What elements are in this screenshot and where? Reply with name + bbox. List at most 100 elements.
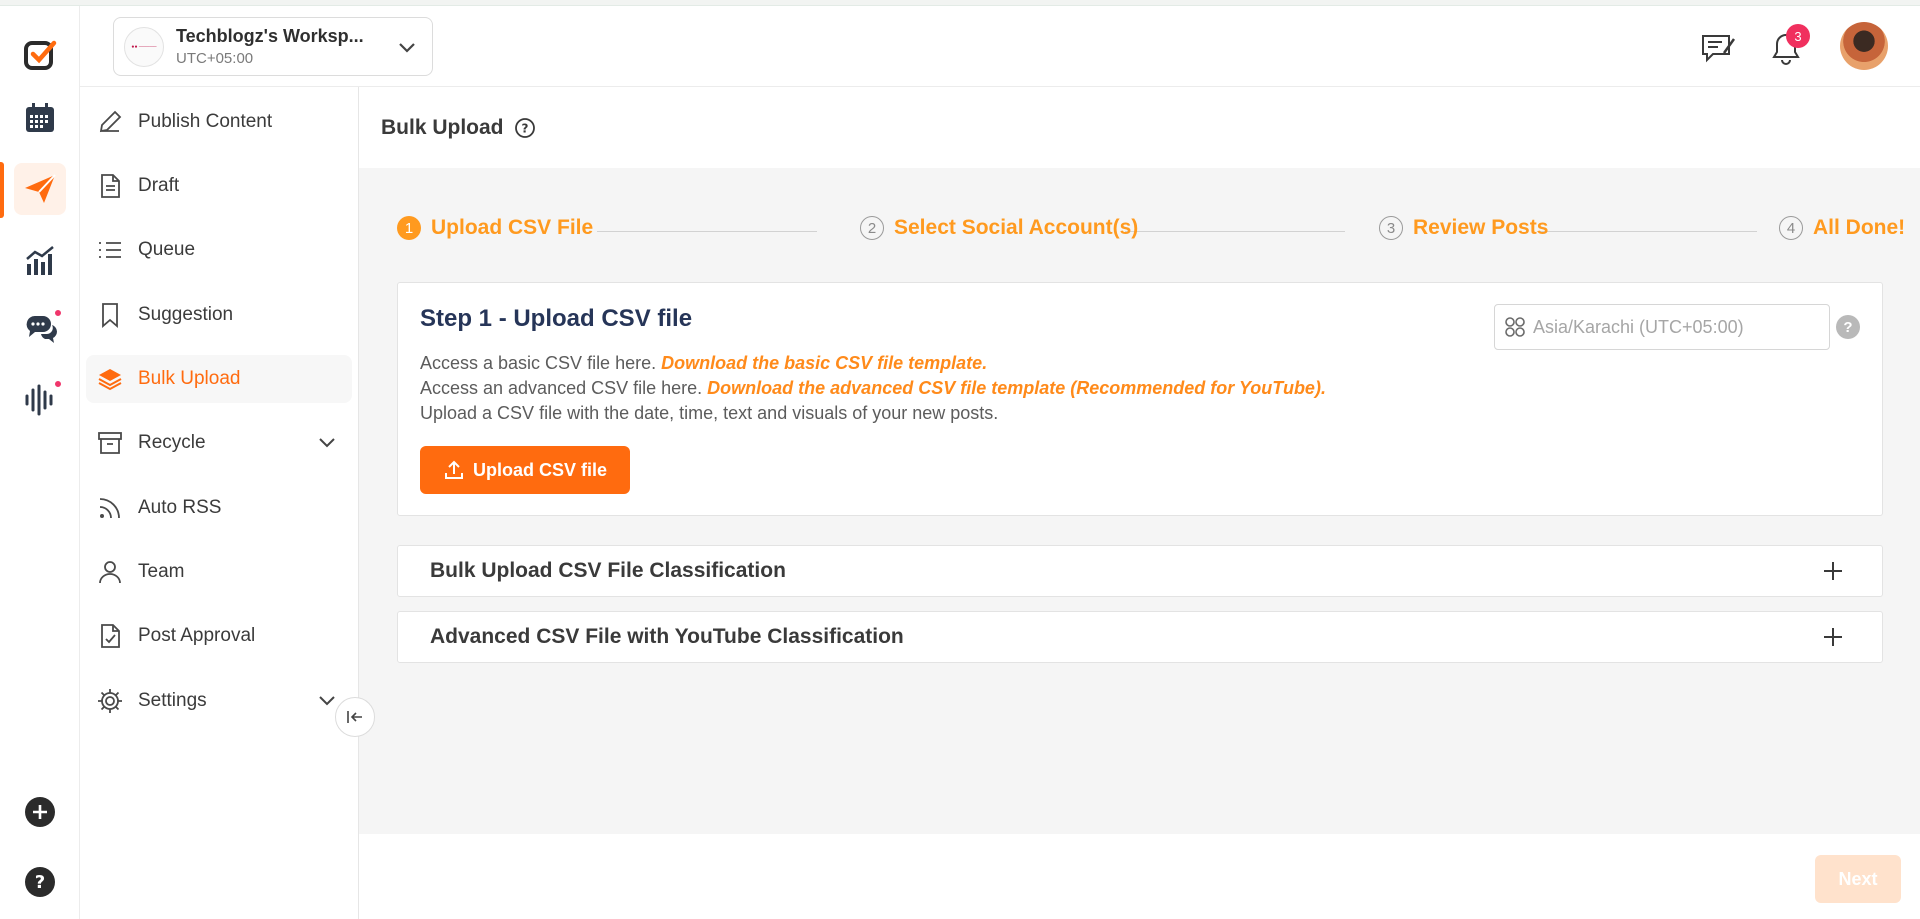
sidebar-item-queue[interactable]: Queue <box>86 226 352 274</box>
advanced-template-text: Access an advanced CSV file here. <box>420 378 703 398</box>
user-icon <box>96 558 124 586</box>
sidebar-item-label: Post Approval <box>138 625 256 646</box>
collapse-sidebar-button[interactable] <box>335 697 375 737</box>
archive-icon <box>96 429 124 457</box>
step-connector <box>1537 231 1757 232</box>
sidebar-item-recycle[interactable]: Recycle <box>86 419 352 467</box>
step-number: 4 <box>1779 216 1803 240</box>
help-icon[interactable]: ? <box>14 856 66 908</box>
timezone-help-icon[interactable]: ? <box>1836 315 1860 339</box>
sidebar-item-label: Queue <box>138 239 196 260</box>
audio-wave-icon[interactable] <box>14 374 66 426</box>
download-basic-template-link[interactable]: Download the basic CSV file template. <box>661 353 987 373</box>
page-title-bar: Bulk Upload ? <box>359 87 1920 168</box>
step-label: All Done! <box>1813 216 1906 239</box>
collapse-arrow-icon <box>347 711 362 723</box>
accordion-label: Advanced CSV File with YouTube Classific… <box>430 625 904 648</box>
svg-text:?: ? <box>522 122 529 136</box>
top-header: ●● ───── Techblogz's Worksp... UTC+05:00… <box>80 6 1920 87</box>
basic-template-line: Access a basic CSV file here. Download t… <box>420 353 987 374</box>
basic-template-text: Access a basic CSV file here. <box>420 353 657 373</box>
calendar-icon[interactable] <box>14 92 66 144</box>
send-icon[interactable] <box>14 163 66 215</box>
accordion-youtube-classification[interactable]: Advanced CSV File with YouTube Classific… <box>397 611 1883 663</box>
upload-csv-card: Step 1 - Upload CSV file Access a basic … <box>397 282 1883 516</box>
advanced-template-line: Access an advanced CSV file here. Downlo… <box>420 378 1326 399</box>
step-number: 1 <box>397 216 421 240</box>
sidebar-item-suggestion[interactable]: Suggestion <box>86 291 352 339</box>
chat-icon[interactable] <box>14 303 66 355</box>
sidebar-item-settings[interactable]: Settings <box>86 677 352 725</box>
sidebar-item-bulk-upload[interactable]: Bulk Upload <box>86 355 352 403</box>
sidebar-item-publish-content[interactable]: Publish Content <box>86 98 352 146</box>
workspace-timezone: UTC+05:00 <box>176 50 254 67</box>
accordion-label: Bulk Upload CSV File Classification <box>430 559 786 582</box>
rail-active-indicator <box>0 162 4 218</box>
sidebar-item-label: Settings <box>138 690 207 711</box>
sidebar-item-label: Bulk Upload <box>138 368 241 389</box>
step-number: 2 <box>860 216 884 240</box>
card-title: Step 1 - Upload CSV file <box>420 305 693 332</box>
sidebar-item-label: Team <box>138 561 185 582</box>
step-number: 3 <box>1379 216 1403 240</box>
layers-icon <box>96 365 124 393</box>
gear-icon <box>96 687 124 715</box>
upload-csv-button[interactable]: Upload CSV file <box>420 446 630 494</box>
sidebar-item-auto-rss[interactable]: Auto RSS <box>86 484 352 532</box>
upload-instructions: Upload a CSV file with the date, time, t… <box>420 403 999 423</box>
workspace-selector[interactable]: ●● ───── Techblogz's Worksp... UTC+05:00 <box>113 17 433 76</box>
timezone-select[interactable]: Asia/Karachi (UTC+05:00) <box>1494 304 1830 350</box>
step-upload-csv: 1 Upload CSV File <box>397 216 593 240</box>
bookmark-icon <box>96 301 124 329</box>
icon-rail: ? <box>0 6 80 919</box>
step-label: Review Posts <box>1413 216 1549 239</box>
add-icon[interactable] <box>14 786 66 838</box>
audio-unread-dot <box>54 380 62 388</box>
step-connector <box>597 231 817 232</box>
sidebar-item-label: Draft <box>138 175 180 196</box>
step-label: Select Social Account(s) <box>894 216 1139 239</box>
sidebar-item-label: Suggestion <box>138 304 234 325</box>
workspace-name: Techblogz's Worksp... <box>176 26 364 46</box>
chevron-down-icon <box>316 431 338 458</box>
rss-icon <box>96 494 124 522</box>
approval-icon <box>96 622 124 650</box>
logo-icon[interactable] <box>14 29 66 81</box>
sidebar-item-label: Recycle <box>138 432 206 453</box>
document-icon <box>96 172 124 200</box>
upload-button-label: Upload CSV file <box>472 459 607 480</box>
step-select-accounts: 2 Select Social Account(s) <box>860 216 1138 240</box>
question-circle-icon[interactable]: ? <box>514 117 536 144</box>
timezone-icon <box>1505 317 1525 337</box>
sidebar: Publish Content Draft Queue Suggestion B… <box>80 87 359 919</box>
page-title: Bulk Upload <box>381 116 504 139</box>
upload-icon <box>444 460 463 479</box>
notification-badge: 3 <box>1786 24 1810 48</box>
step-label: Upload CSV File <box>431 216 594 239</box>
download-advanced-template-link[interactable]: Download the advanced CSV file template … <box>707 378 1326 398</box>
accordion-bulk-upload-classification[interactable]: Bulk Upload CSV File Classification <box>397 545 1883 597</box>
list-icon <box>96 236 124 264</box>
analytics-icon[interactable] <box>14 235 66 287</box>
step-all-done: 4 All Done! <box>1779 216 1905 240</box>
sidebar-item-team[interactable]: Team <box>86 548 352 596</box>
pencil-icon <box>96 108 124 136</box>
workspace-logo: ●● ───── <box>124 26 164 67</box>
main-content: 1 Upload CSV File 2 Select Social Accoun… <box>359 168 1920 834</box>
sidebar-item-draft[interactable]: Draft <box>86 162 352 210</box>
timezone-value: Asia/Karachi (UTC+05:00) <box>1533 316 1744 337</box>
next-button[interactable]: Next <box>1815 855 1901 903</box>
plus-icon <box>1822 626 1844 653</box>
user-avatar[interactable] <box>1840 22 1888 70</box>
sidebar-item-label: Auto RSS <box>138 497 222 518</box>
svg-text:?: ? <box>35 872 45 893</box>
bell-icon[interactable]: 3 <box>1766 24 1810 68</box>
sidebar-item-label: Publish Content <box>138 111 273 132</box>
chevron-down-icon <box>396 36 418 63</box>
chat-unread-dot <box>54 309 62 317</box>
step-review-posts: 3 Review Posts <box>1379 216 1548 240</box>
step-connector <box>1125 231 1345 232</box>
plus-icon <box>1822 560 1844 587</box>
compose-note-icon[interactable] <box>1698 28 1738 68</box>
sidebar-item-post-approval[interactable]: Post Approval <box>86 612 352 660</box>
